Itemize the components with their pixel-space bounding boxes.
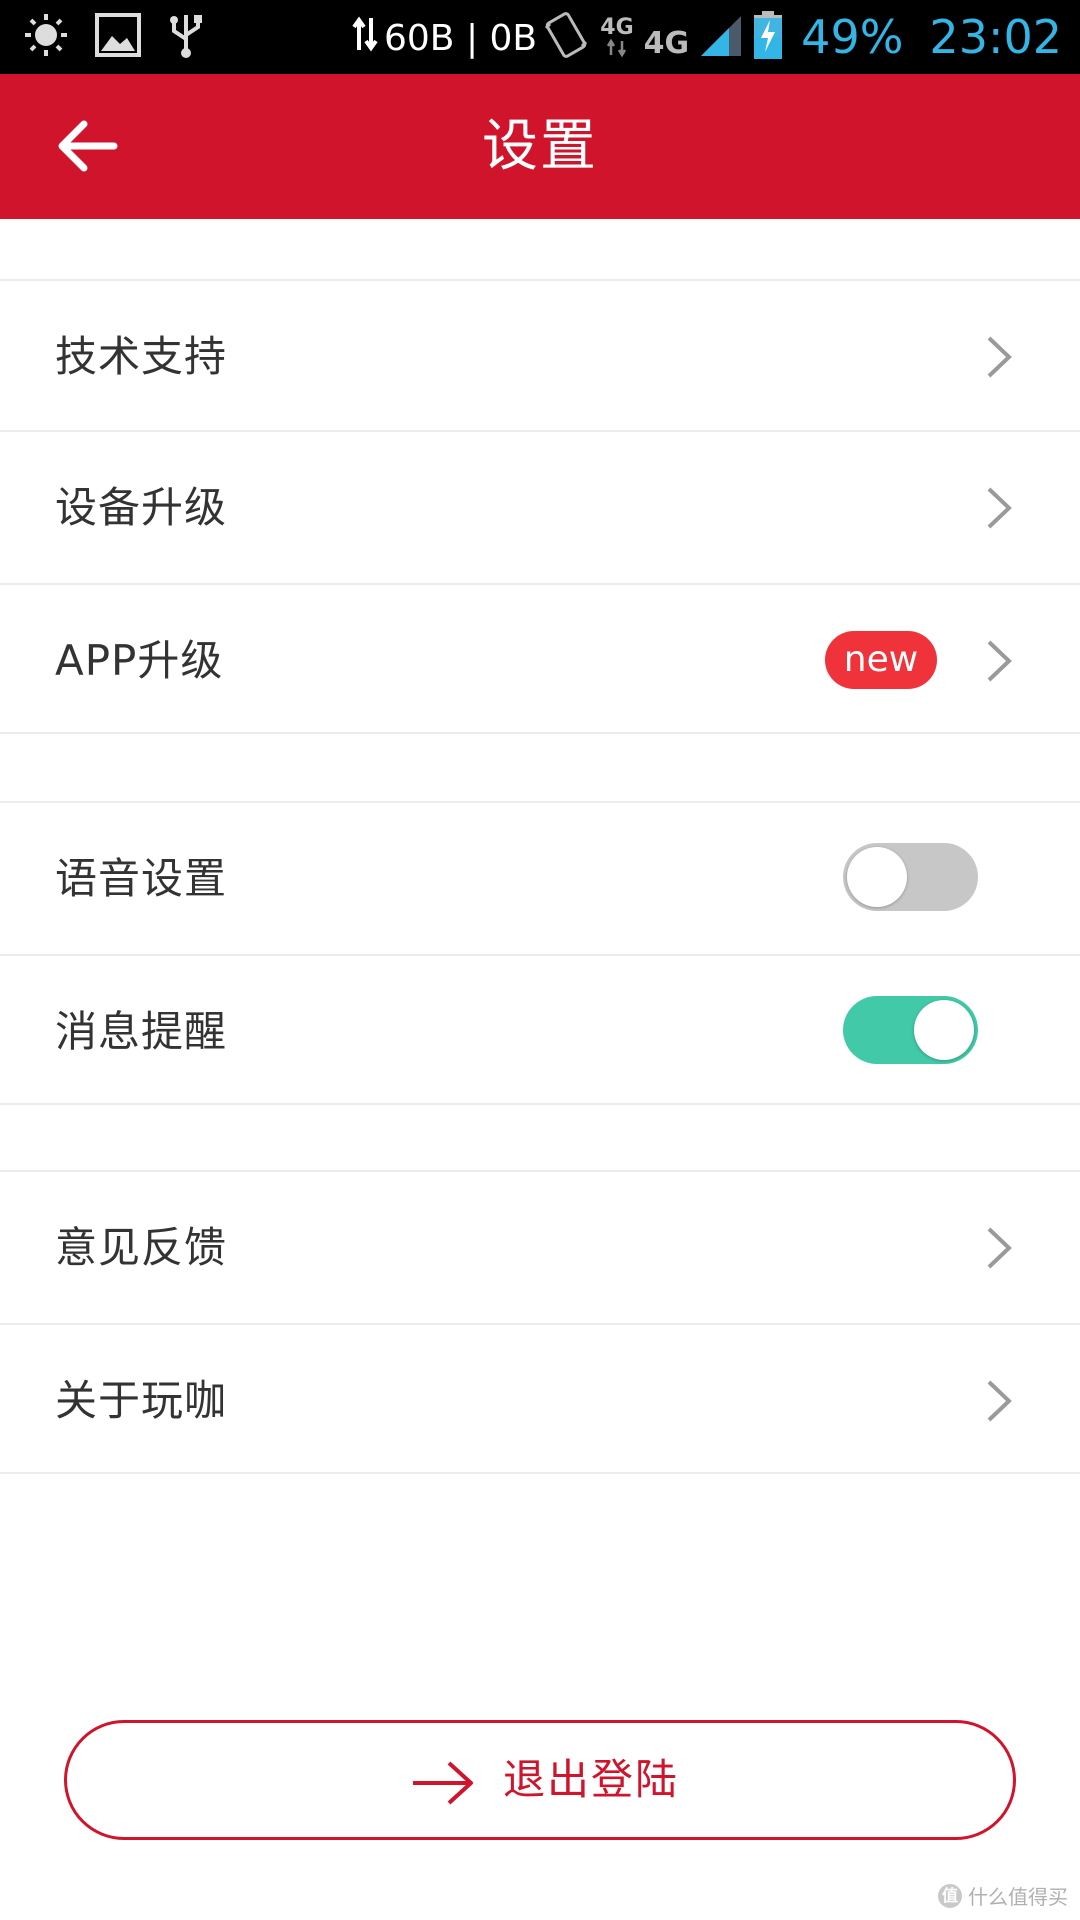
image-icon [94, 12, 142, 62]
settings-item-label: APP升级 [55, 636, 224, 685]
usb-icon [168, 11, 204, 63]
toggle-knob [847, 847, 907, 907]
brightness-icon [24, 13, 68, 61]
settings-item-device-upgrade[interactable]: 设备升级 [0, 430, 1080, 581]
chevron-right-icon [987, 640, 1012, 682]
toggle-knob [914, 1000, 974, 1060]
settings-item-notifications: 消息提醒 [0, 954, 1080, 1105]
data-transfer-icon [352, 16, 378, 61]
settings-item-tech-support[interactable]: 技术支持 [0, 279, 1080, 430]
settings-item-label: 设备升级 [55, 483, 228, 532]
notification-toggle[interactable] [843, 996, 978, 1064]
arrow-right-icon [413, 1761, 473, 1805]
signal-icon [699, 12, 743, 62]
settings-item-voice: 语音设置 [0, 801, 1080, 952]
chevron-right-icon [987, 487, 1012, 529]
settings-item-app-upgrade[interactable]: APP升级 new [0, 583, 1080, 734]
settings-item-label: 语音设置 [55, 854, 228, 903]
status-left-icons [24, 12, 204, 62]
watermark-logo: 值 [938, 1883, 962, 1908]
network-4g-top: 4G [600, 15, 634, 57]
chevron-right-icon [987, 1380, 1012, 1422]
settings-item-about[interactable]: 关于玩咖 [0, 1323, 1080, 1474]
vibrate-icon [542, 10, 590, 64]
chevron-right-icon [987, 336, 1012, 378]
settings-item-feedback[interactable]: 意见反馈 [0, 1170, 1080, 1321]
status-right: 4G 4G 49% 23:02 [542, 10, 1062, 64]
status-bar: 60B | 0B 4G 4G 49% 23:02 [0, 0, 1080, 74]
settings-item-label: 消息提醒 [55, 1007, 228, 1056]
voice-toggle[interactable] [843, 843, 978, 911]
logout-button[interactable]: 退出登陆 [64, 1720, 1016, 1840]
updown-arrows-icon [606, 39, 627, 57]
battery-percent: 49% [801, 10, 904, 64]
network-speed: 60B | 0B [352, 14, 537, 62]
page-title: 设置 [482, 114, 598, 179]
battery-icon [753, 10, 783, 64]
network-4g-label-top: 4G [600, 15, 634, 40]
network-speed-text: 60B | 0B [384, 17, 538, 59]
settings-item-label: 技术支持 [55, 332, 228, 381]
watermark-text: 什么值得买 [968, 1885, 1068, 1909]
settings-item-label: 关于玩咖 [55, 1376, 228, 1425]
settings-item-label: 意见反馈 [55, 1223, 228, 1272]
network-4g-label-bottom: 4G [643, 26, 690, 61]
logout-label: 退出登陆 [503, 1755, 680, 1804]
app-bar: 设置 [0, 74, 1080, 219]
chevron-right-icon [987, 1227, 1012, 1269]
clock-time: 23:02 [929, 10, 1062, 64]
watermark: 值 什么值得买 [938, 1881, 1068, 1910]
new-badge: new [825, 631, 937, 689]
